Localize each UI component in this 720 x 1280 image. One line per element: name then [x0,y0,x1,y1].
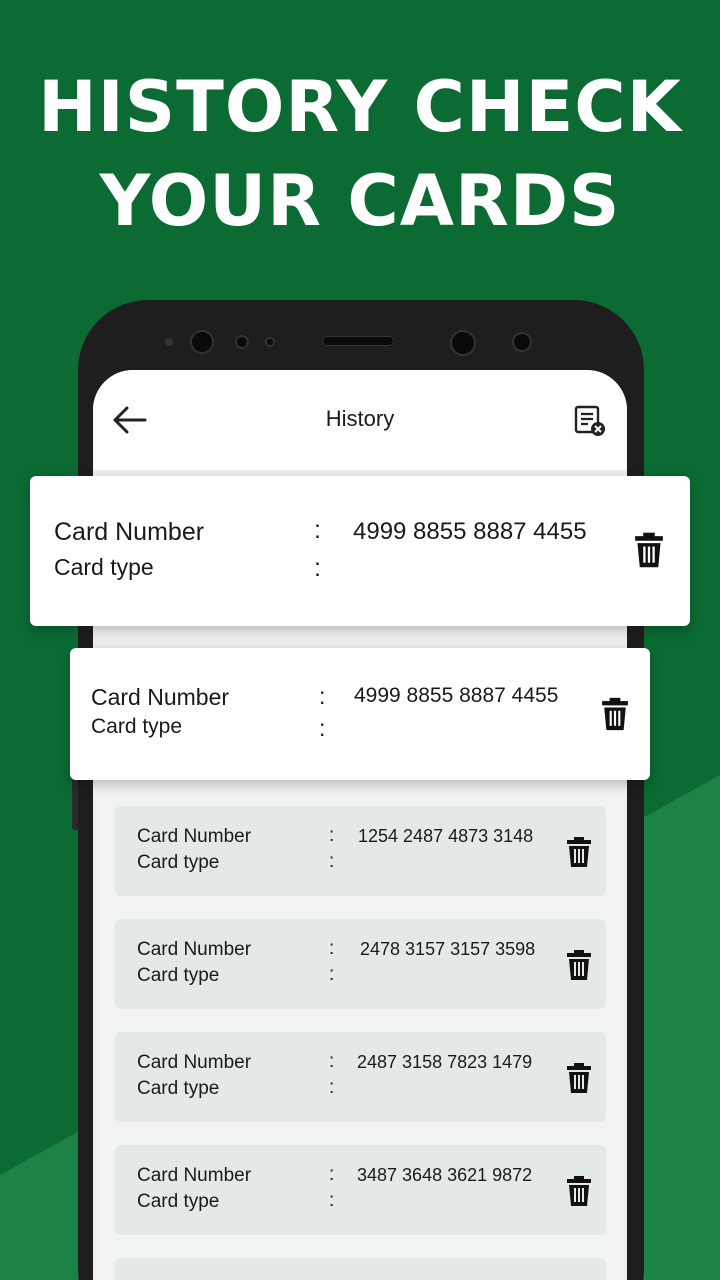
trash-icon[interactable] [566,1062,592,1094]
sensor-dot [265,337,275,347]
history-row[interactable]: Card Number Card type : : 1254 2487 4873… [115,806,606,896]
front-camera [190,330,214,354]
card-number-value: 2478 3157 3157 3598 [360,939,536,959]
card-type-label: Card type [137,965,220,986]
trash-icon[interactable] [566,836,592,868]
headline-line-1: HISTORY CHECK [38,66,682,148]
earpiece-speaker [322,336,394,346]
card-type-label: Card type [137,852,220,873]
sensor-dot [235,335,249,349]
sensor-dot [165,338,173,346]
history-row[interactable]: Card Number Card type : : 2487 3158 7823… [115,1032,606,1122]
history-card-featured[interactable]: Card Number Card type : : 4999 8855 8887… [70,648,650,780]
card-number-value: 1254 2487 4873 3148 [358,826,534,846]
trash-icon[interactable] [634,530,664,570]
history-row[interactable]: Card Number Card type : : 2478 3157 3157… [115,919,606,1009]
colon: : [329,1164,335,1185]
card-number-label: Card Number [54,518,205,546]
colon: : [319,715,326,741]
colon: : [329,964,335,985]
headline: HISTORY CHECK YOUR CARDS [0,60,720,248]
trash-icon[interactable] [566,949,592,981]
card-type-label: Card type [137,1078,220,1099]
card-type-label: Card type [54,554,154,580]
history-row[interactable]: Card Number Card type : : 3487 3648 3621… [115,1145,606,1235]
front-camera [450,330,476,356]
card-type-label: Card type [137,1191,220,1212]
card-number-value: 2487 3158 7823 1479 [357,1052,533,1072]
card-number-label: Card Number [91,684,230,710]
history-card-featured[interactable]: Card Number Card type : : 4999 8855 8887… [30,476,690,626]
history-row-partial[interactable] [115,1258,606,1280]
sensor-dot [512,332,532,352]
card-number-value: 4999 8855 8887 4455 [354,684,559,707]
page-title: History [325,406,395,431]
trash-icon[interactable] [601,696,629,732]
colon: : [329,825,335,846]
headline-line-2: YOUR CARDS [99,160,621,242]
colon: : [314,554,321,582]
app-bar: History [93,370,627,470]
card-number-label: Card Number [137,1165,252,1186]
colon: : [314,516,321,544]
card-number-value: 4999 8855 8887 4455 [353,518,587,545]
card-number-label: Card Number [137,1052,252,1073]
colon: : [329,1077,335,1098]
trash-icon[interactable] [566,1175,592,1207]
card-number-label: Card Number [137,939,252,960]
card-type-label: Card type [91,715,183,738]
colon: : [329,1051,335,1072]
card-number-value: 3487 3648 3621 9872 [357,1165,533,1185]
colon: : [329,1190,335,1211]
colon: : [329,938,335,959]
colon: : [319,683,326,709]
card-number-label: Card Number [137,826,252,847]
colon: : [329,851,335,872]
clear-history-icon[interactable] [573,404,607,438]
